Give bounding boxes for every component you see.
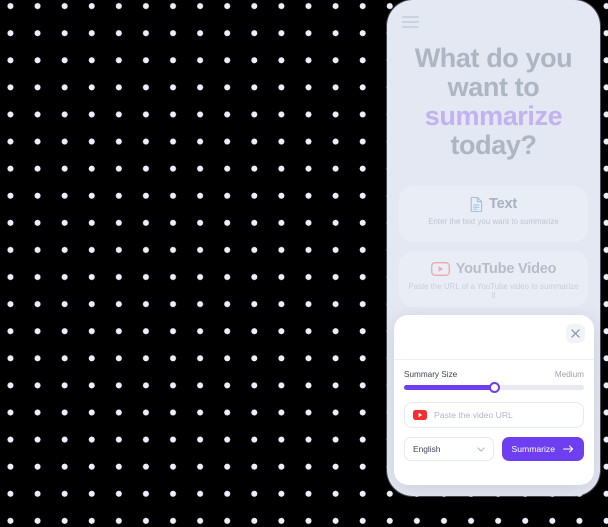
headline-line-1: What do you bbox=[414, 43, 573, 73]
youtube-icon bbox=[413, 410, 427, 420]
hamburger-line bbox=[402, 16, 419, 18]
summarize-button-label: Summarize bbox=[511, 444, 555, 454]
option-text-title: Text bbox=[489, 196, 517, 212]
slider-thumb[interactable] bbox=[488, 382, 500, 393]
sheet-footer: English Summarize bbox=[404, 437, 584, 461]
hamburger-icon[interactable] bbox=[402, 16, 419, 28]
slider-label-row: Summary Size Medium bbox=[404, 370, 584, 379]
headline-accent: summarize bbox=[424, 101, 563, 131]
youtube-icon bbox=[430, 262, 450, 276]
close-icon[interactable] bbox=[566, 324, 585, 343]
slider-fill bbox=[404, 385, 494, 390]
language-select[interactable]: English bbox=[404, 437, 494, 461]
option-youtube-subtitle: Paste the URL of a YouTube video to summ… bbox=[408, 282, 579, 300]
video-url-field[interactable] bbox=[404, 402, 584, 428]
option-card-text[interactable]: Text Enter the text you want to summariz… bbox=[399, 186, 588, 242]
sheet-body: Summary Size Medium English bbox=[394, 360, 594, 461]
summarize-button[interactable]: Summarize bbox=[501, 437, 584, 461]
chevron-down-icon bbox=[477, 446, 485, 452]
headline-line-4: today? bbox=[450, 130, 537, 160]
option-text-subtitle: Enter the text you want to summarize bbox=[428, 217, 559, 226]
headline-line-2: want to bbox=[447, 72, 540, 102]
option-card-youtube[interactable]: YouTube Video Paste the URL of a YouTube… bbox=[399, 251, 588, 307]
summary-size-slider[interactable] bbox=[404, 382, 584, 393]
sheet-header bbox=[394, 315, 594, 360]
close-glyph bbox=[571, 329, 580, 338]
hamburger-line bbox=[402, 26, 419, 28]
language-selected-value: English bbox=[413, 444, 441, 454]
document-icon bbox=[470, 196, 483, 212]
hamburger-line bbox=[402, 21, 419, 23]
video-url-input[interactable] bbox=[434, 410, 575, 420]
page-title: What do you want to summarize today? bbox=[387, 44, 600, 160]
option-youtube-title-row: YouTube Video bbox=[407, 261, 580, 277]
option-text-title-row: Text bbox=[407, 196, 580, 212]
summary-size-value: Medium bbox=[554, 370, 584, 379]
summary-size-label: Summary Size bbox=[404, 370, 458, 379]
arrow-right-icon bbox=[563, 445, 574, 453]
option-youtube-title: YouTube Video bbox=[455, 261, 557, 277]
summarize-bottom-sheet: Summary Size Medium English bbox=[394, 315, 594, 485]
